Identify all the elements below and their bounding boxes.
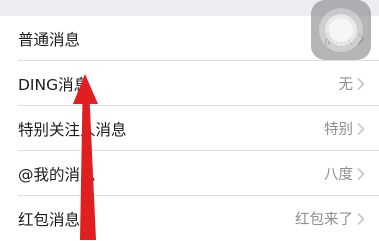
assistive-touch-icon[interactable] [311,0,371,60]
row-value: 红包来了 [295,212,353,228]
row-label: 特别关注人消息 [18,120,127,139]
assistive-touch-ring-inner [329,18,353,42]
assistive-touch-ring-outer [319,8,363,52]
chevron-right-icon [357,77,365,90]
chevron-right-icon [357,122,365,135]
settings-row-special-contact-message[interactable]: 特别关注人消息 特别 [0,106,379,151]
row-value: 八度 [324,167,353,183]
row-value: 无 [338,77,354,93]
settings-row-ding-message[interactable]: DING消息 无 [0,61,379,106]
settings-row-mention-message[interactable]: @我的消息 八度 [0,151,379,196]
chevron-right-icon [357,167,365,180]
row-label: @我的消息 [18,165,96,184]
row-label: DING消息 [18,75,90,94]
row-label: 普通消息 [18,30,81,49]
chevron-right-icon [357,212,365,225]
assistive-touch-ring-middle [325,14,357,46]
settings-row-red-packet-message[interactable]: 红包消息 红包来了 [0,196,379,241]
row-value: 特别 [324,122,353,138]
row-label: 红包消息 [18,210,81,229]
